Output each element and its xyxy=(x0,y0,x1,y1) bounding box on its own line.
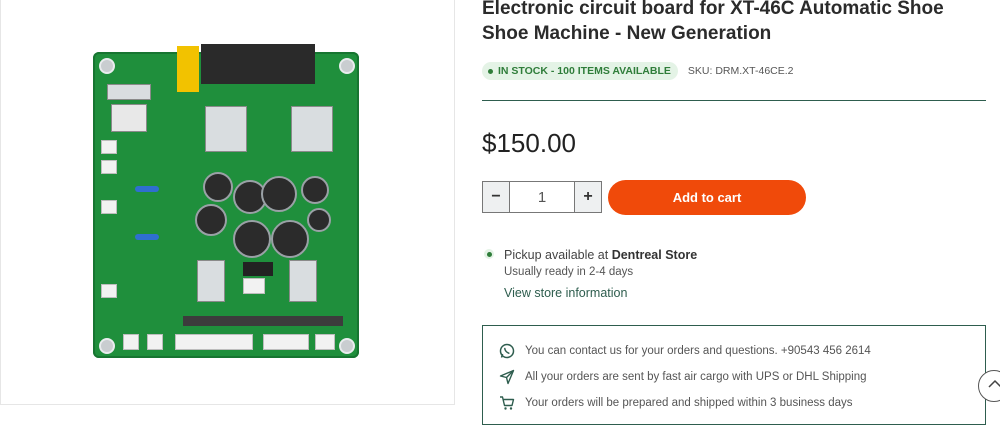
quantity-increase-button[interactable]: + xyxy=(574,182,601,212)
whatsapp-icon xyxy=(499,343,515,359)
stock-label: IN STOCK - 100 ITEMS AVAILABLE xyxy=(498,65,671,77)
product-gallery xyxy=(0,0,455,405)
info-text-preparation: Your orders will be prepared and shipped… xyxy=(525,397,853,409)
product-price: $150.00 xyxy=(482,128,576,158)
product-sku: SKU: DRM.XT-46CE.2 xyxy=(687,65,794,77)
quantity-decrease-button[interactable]: − xyxy=(483,182,510,212)
stock-badge: IN STOCK - 100 ITEMS AVAILABLE xyxy=(482,62,678,80)
add-to-cart-button[interactable]: Add to cart xyxy=(608,180,806,215)
product-title: Electronic circuit board for XT-46C Auto… xyxy=(482,0,944,44)
quantity-input[interactable] xyxy=(510,182,574,212)
pickup-available-dot-icon xyxy=(484,249,494,259)
info-item-shipping: All your orders are sent by fast air car… xyxy=(499,369,867,385)
cart-icon xyxy=(500,396,515,410)
view-store-information-link[interactable]: View store information xyxy=(504,286,627,300)
divider xyxy=(482,100,986,101)
info-text-contact: You can contact us for your orders and q… xyxy=(525,345,871,357)
shipping-info-box: You can contact us for your orders and q… xyxy=(482,325,986,425)
pickup-ready-time: Usually ready in 2-4 days xyxy=(504,266,634,278)
product-image[interactable] xyxy=(93,44,359,358)
pickup-prefix: Pickup available at xyxy=(504,248,612,262)
info-item-contact: You can contact us for your orders and q… xyxy=(499,343,871,359)
in-stock-dot-icon xyxy=(488,68,493,74)
chevron-up-icon xyxy=(988,379,1000,388)
info-text-shipping: All your orders are sent by fast air car… xyxy=(525,371,867,383)
pickup-availability: Pickup available at Dentreal Store xyxy=(504,248,804,262)
stock-row: IN STOCK - 100 ITEMS AVAILABLE SKU: DRM.… xyxy=(482,62,794,80)
pickup-store-name: Dentreal Store xyxy=(611,248,698,262)
quantity-stepper: − + xyxy=(482,181,602,213)
send-icon xyxy=(499,369,515,385)
info-item-preparation: Your orders will be prepared and shipped… xyxy=(499,395,853,411)
